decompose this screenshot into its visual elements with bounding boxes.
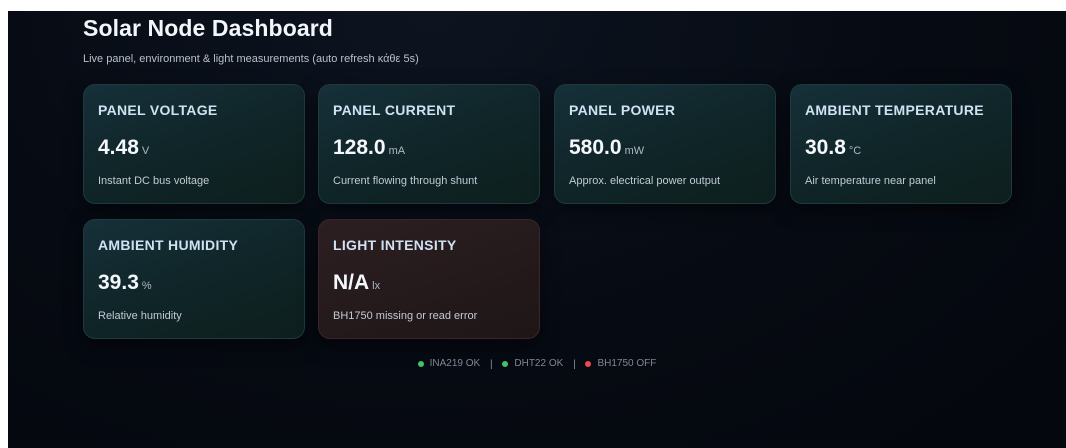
card-label: PANEL POWER: [569, 102, 676, 118]
card-description: Current flowing through shunt: [333, 175, 478, 187]
card-light-intensity: LIGHT INTENSITY N/A lx BH1750 missing or …: [318, 219, 540, 339]
card-value-row: 4.48 V: [98, 136, 149, 160]
card-unit: lx: [372, 280, 381, 292]
status-separator: |: [573, 358, 576, 370]
status-dht22: DHT22 OK: [502, 358, 563, 369]
sensor-status-bar: INA219 OK | DHT22 OK | BH1750 OFF: [8, 358, 1066, 370]
card-unit: °C: [848, 145, 862, 157]
card-value: 4.48: [98, 136, 139, 159]
status-dot-icon: [585, 360, 592, 367]
card-description: Approx. electrical power output: [569, 175, 721, 187]
status-label: DHT22 OK: [514, 358, 564, 369]
card-unit: %: [141, 280, 152, 292]
card-ambient-temperature: AMBIENT TEMPERATURE 30.8 °C Air temperatu…: [790, 84, 1012, 204]
card-value: 39.3: [98, 271, 139, 294]
card-label: PANEL VOLTAGE: [98, 102, 218, 118]
card-value-row: N/A lx: [333, 271, 380, 295]
dashboard-screen: Solar Node Dashboard Live panel, environ…: [8, 11, 1066, 448]
card-unit: V: [141, 145, 150, 157]
card-label: AMBIENT HUMIDITY: [98, 237, 239, 253]
card-value: 580.0: [569, 136, 622, 159]
status-label: INA219 OK: [429, 358, 481, 369]
card-value-row: 39.3%: [98, 271, 152, 295]
card-description: Instant DC bus voltage: [98, 175, 210, 187]
card-label: PANEL CURRENT: [333, 102, 456, 118]
card-label: AMBIENT TEMPERATURE: [805, 102, 984, 118]
card-value-row: 580.0 mW: [569, 136, 644, 160]
status-ina219: INA219 OK: [417, 358, 481, 369]
card-value-row: 30.8 °C: [805, 136, 861, 160]
card-ambient-humidity: AMBIENT HUMIDITY 39.3% Relative humidity: [83, 219, 305, 339]
page-subtitle: Live panel, environment & light measurem…: [83, 53, 419, 65]
card-unit: mA: [388, 145, 406, 157]
card-panel-voltage: PANEL VOLTAGE 4.48 V Instant DC bus volta…: [83, 84, 305, 204]
card-description: BH1750 missing or read error: [333, 310, 478, 322]
status-separator: |: [489, 358, 493, 370]
card-label: LIGHT INTENSITY: [333, 237, 457, 253]
card-description: Air temperature near panel: [805, 175, 936, 187]
card-value-row: 128.0 mA: [333, 136, 405, 160]
page-title: Solar Node Dashboard: [83, 15, 333, 41]
card-value: 128.0: [333, 136, 386, 159]
card-unit: mW: [624, 145, 645, 157]
status-dot-icon: [502, 360, 509, 367]
card-panel-current: PANEL CURRENT 128.0 mA Current flowing th…: [318, 84, 540, 204]
card-value: 30.8: [805, 136, 846, 159]
card-value: N/A: [333, 271, 370, 294]
card-panel-power: PANEL POWER 580.0 mW Approx. electrical p…: [554, 84, 776, 204]
status-bh1750: BH1750 OFF: [585, 358, 656, 369]
status-label: BH1750 OFF: [597, 358, 657, 369]
status-dot-icon: [417, 360, 424, 367]
card-description: Relative humidity: [98, 310, 182, 322]
